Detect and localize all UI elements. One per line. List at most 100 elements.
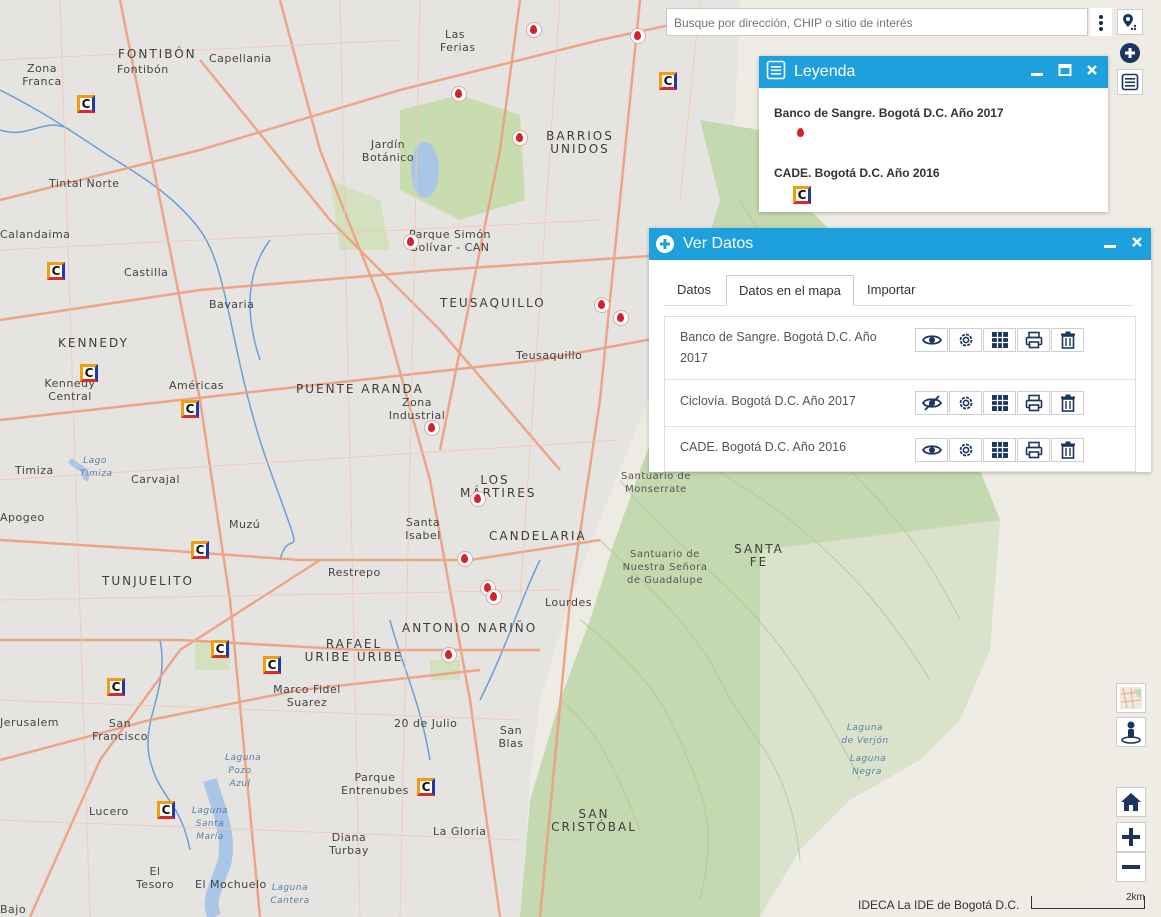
cade-marker[interactable]: C <box>211 640 229 658</box>
blood-bank-marker[interactable] <box>613 310 629 326</box>
blood-bank-marker[interactable] <box>594 297 610 313</box>
map-label: La Gloria <box>433 825 487 838</box>
minimize-icon[interactable] <box>1103 235 1117 254</box>
view-data-header: Ver Datos <box>649 228 1151 260</box>
layer-name: Ciclovía. Bogotá D.C. Año 2017 <box>680 394 856 408</box>
table-grid-icon <box>991 442 1008 458</box>
layer-settings-button[interactable] <box>949 438 982 462</box>
print-button[interactable] <box>1017 438 1050 462</box>
map-label: Muzú <box>229 518 261 531</box>
map-label: Castilla <box>124 266 169 279</box>
print-button[interactable] <box>1017 328 1050 352</box>
legend-layer-title: CADE. Bogotá D.C. Año 2016 <box>774 166 940 180</box>
map-label: Apogeo <box>0 511 45 524</box>
legend-button[interactable] <box>1117 69 1143 95</box>
blood-bank-marker[interactable] <box>441 647 457 663</box>
legend-panel-title: Leyenda <box>794 63 856 80</box>
cade-marker[interactable]: C <box>157 801 175 819</box>
delete-layer-button[interactable] <box>1051 438 1084 462</box>
map-label: Zona Industrial <box>388 396 446 422</box>
blood-bank-marker[interactable] <box>470 491 486 507</box>
print-button[interactable] <box>1017 391 1050 415</box>
tab-datos-en-el-mapa[interactable]: Datos en el mapa <box>726 275 854 306</box>
toggle-visibility-button[interactable] <box>915 438 948 462</box>
map-label: Santa Isabel <box>405 516 441 542</box>
layer-settings-button[interactable] <box>949 328 982 352</box>
map-label: 20 de Julio <box>394 717 458 730</box>
gear-icon <box>959 396 972 410</box>
cade-marker[interactable]: C <box>191 541 209 559</box>
close-icon[interactable] <box>1131 235 1143 253</box>
search-input[interactable] <box>667 9 1076 37</box>
cade-marker[interactable]: C <box>417 778 435 796</box>
map-label: SANTA FE <box>734 542 784 569</box>
toggle-visibility-button[interactable] <box>915 391 948 415</box>
delete-layer-button[interactable] <box>1051 328 1084 352</box>
cade-marker[interactable]: C <box>263 656 281 674</box>
delete-layer-button[interactable] <box>1051 391 1084 415</box>
layer-settings-button[interactable] <box>949 391 982 415</box>
blood-bank-marker[interactable] <box>403 234 419 250</box>
map-label: Timiza <box>15 464 54 477</box>
map-label: Laguna Negra <box>850 754 887 777</box>
map-label: BARRIOS UNIDOS <box>546 129 614 156</box>
layer-row: Ciclovía. Bogotá D.C. Año 2017 <box>665 379 1135 426</box>
attribute-table-button[interactable] <box>983 438 1016 462</box>
view-data-panel: Ver Datos Datos Datos en el mapa Importa… <box>649 228 1151 472</box>
blood-drop-icon <box>794 126 808 140</box>
layer-row: CADE. Bogotá D.C. Año 2016 <box>665 426 1135 471</box>
home-icon <box>1121 793 1141 811</box>
map-label: Jerusalem <box>0 716 60 729</box>
view-data-tabs: Datos Datos en el mapa Importar <box>663 275 1133 306</box>
tab-datos[interactable]: Datos <box>665 275 723 305</box>
scale-label: 2km <box>1126 892 1145 903</box>
search-options-button[interactable] <box>1090 8 1112 36</box>
street-view-button[interactable] <box>1116 717 1146 747</box>
map-label: TEUSAQUILLO <box>440 296 546 310</box>
blood-bank-marker[interactable] <box>486 589 502 605</box>
map-label: Diana Turbay <box>329 831 369 857</box>
blood-bank-marker[interactable] <box>457 551 473 567</box>
blood-bank-marker[interactable] <box>526 22 542 38</box>
cade-marker[interactable]: C <box>80 364 98 382</box>
blood-bank-marker[interactable] <box>451 86 467 102</box>
map-label: PUENTE ARANDA <box>296 382 424 396</box>
map-label: Lucero <box>89 805 129 818</box>
map-label: Lago Timiza <box>80 456 113 479</box>
attribute-table-button[interactable] <box>983 391 1016 415</box>
attribute-table-button[interactable] <box>983 328 1016 352</box>
list-icon <box>1121 73 1139 91</box>
map-label: Lourdes <box>545 596 592 609</box>
basemap-switcher-button[interactable] <box>1116 683 1146 713</box>
map-label: ANTONIO NARIÑO <box>402 621 538 635</box>
map-label: Marco Fidel Suarez <box>273 683 341 709</box>
minimize-icon[interactable] <box>1030 63 1044 82</box>
zoom-in-button[interactable] <box>1116 822 1146 852</box>
trash-icon <box>1060 394 1075 412</box>
close-icon[interactable] <box>1086 63 1098 81</box>
cade-marker[interactable]: C <box>107 678 125 696</box>
legend-list-icon <box>766 60 786 85</box>
map-label: Teusaquillo <box>516 349 583 362</box>
zoom-out-button[interactable] <box>1116 852 1146 882</box>
blood-bank-marker[interactable] <box>512 130 528 146</box>
cade-marker[interactable]: C <box>181 400 199 418</box>
map-label: Las Ferias <box>440 28 476 54</box>
cade-marker[interactable]: C <box>77 95 95 113</box>
map-label: RAFAEL URIBE URIBE <box>304 637 404 664</box>
legend-panel: Leyenda Banco de Sangre. Bogotá D.C. Año… <box>759 56 1108 212</box>
add-data-button[interactable] <box>1117 40 1143 66</box>
locate-address-button[interactable] <box>1117 9 1143 35</box>
cade-marker[interactable]: C <box>659 72 677 90</box>
toggle-visibility-button[interactable] <box>915 328 948 352</box>
cade-marker[interactable]: C <box>47 262 65 280</box>
blood-bank-marker[interactable] <box>630 28 646 44</box>
map-label: Bavaria <box>209 298 255 311</box>
maximize-icon[interactable] <box>1058 63 1072 82</box>
tab-importar[interactable]: Importar <box>855 275 927 305</box>
home-extent-button[interactable] <box>1116 787 1146 817</box>
attribution-text: IDECA La IDE de Bogotá D.C. <box>858 898 1020 912</box>
blood-bank-marker[interactable] <box>424 420 440 436</box>
map-label: El Mochuelo <box>195 878 267 891</box>
map-label: Tintal Norte <box>49 177 120 190</box>
